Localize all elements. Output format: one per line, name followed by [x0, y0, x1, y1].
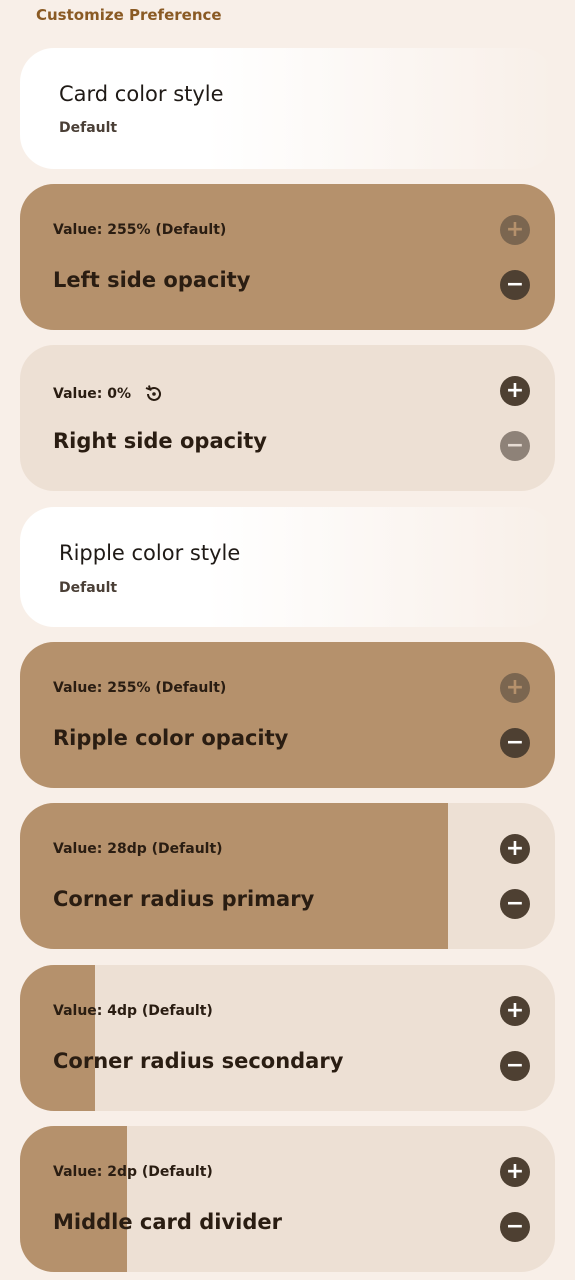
ripple-color-style-title: Ripple color style — [59, 541, 241, 565]
increase-button[interactable]: + — [500, 673, 530, 703]
plus-icon: + — [505, 378, 525, 403]
card-color-style-title: Card color style — [59, 82, 224, 106]
slider-fill — [20, 1126, 127, 1272]
ripple-color-opacity-label: Ripple color opacity — [53, 726, 289, 750]
value-text: Value: 255% (Default) — [53, 680, 227, 696]
slider-fill — [20, 803, 448, 949]
value-text: Value: 28dp (Default) — [53, 841, 223, 857]
plus-icon: + — [505, 675, 525, 700]
minus-icon: − — [505, 1053, 525, 1078]
card-color-style-item[interactable]: Card color style Default — [20, 48, 555, 169]
value-text: Value: 255% (Default) — [53, 222, 227, 238]
ripple-color-opacity-value: Value: 255% (Default) — [53, 680, 226, 696]
plus-icon: + — [505, 836, 525, 861]
plus-icon: + — [505, 217, 525, 242]
right-side-opacity-value: Value: 0% — [53, 383, 165, 405]
minus-icon: − — [505, 272, 525, 297]
minus-icon: − — [505, 1214, 525, 1239]
right-side-opacity-slider[interactable]: Value: 0% Right side opacity + − — [20, 345, 555, 491]
corner-radius-secondary-label: Corner radius secondary — [53, 1049, 344, 1073]
left-side-opacity-value: Value: 255% (Default) — [53, 222, 226, 238]
increase-button[interactable]: + — [500, 996, 530, 1026]
increase-button[interactable]: + — [500, 834, 530, 864]
corner-radius-secondary-slider[interactable]: Value: 4dp (Default) Corner radius secon… — [20, 965, 555, 1111]
corner-radius-secondary-value: Value: 4dp (Default) — [53, 1003, 213, 1019]
section-title: Customize Preference — [36, 6, 222, 24]
middle-card-divider-label: Middle card divider — [53, 1210, 282, 1234]
slider-fill — [20, 965, 95, 1111]
plus-icon: + — [505, 998, 525, 1023]
ripple-color-style-subtitle: Default — [59, 580, 118, 596]
reset-icon[interactable] — [143, 383, 165, 405]
value-text: Value: 0% — [53, 386, 132, 402]
ripple-color-style-item[interactable]: Ripple color style Default — [20, 507, 555, 627]
corner-radius-primary-slider[interactable]: Value: 28dp (Default) Corner radius prim… — [20, 803, 555, 949]
corner-radius-primary-label: Corner radius primary — [53, 887, 315, 911]
left-side-opacity-slider[interactable]: Value: 255% (Default) Left side opacity … — [20, 184, 555, 330]
increase-button[interactable]: + — [500, 1157, 530, 1187]
increase-button[interactable]: + — [500, 376, 530, 406]
plus-icon: + — [505, 1159, 525, 1184]
value-text: Value: 4dp (Default) — [53, 1003, 213, 1019]
decrease-button[interactable]: − — [500, 270, 530, 300]
decrease-button[interactable]: − — [500, 728, 530, 758]
corner-radius-primary-value: Value: 28dp (Default) — [53, 841, 223, 857]
decrease-button[interactable]: − — [500, 889, 530, 919]
middle-card-divider-slider[interactable]: Value: 2dp (Default) Middle card divider… — [20, 1126, 555, 1272]
decrease-button[interactable]: − — [500, 1212, 530, 1242]
slider-fill — [20, 642, 555, 788]
ripple-color-opacity-slider[interactable]: Value: 255% (Default) Ripple color opaci… — [20, 642, 555, 788]
middle-card-divider-value: Value: 2dp (Default) — [53, 1164, 213, 1180]
increase-button[interactable]: + — [500, 215, 530, 245]
decrease-button[interactable]: − — [500, 431, 530, 461]
value-text: Value: 2dp (Default) — [53, 1164, 213, 1180]
card-color-style-subtitle: Default — [59, 120, 118, 136]
minus-icon: − — [505, 433, 525, 458]
decrease-button[interactable]: − — [500, 1051, 530, 1081]
right-side-opacity-label: Right side opacity — [53, 429, 267, 453]
slider-fill — [20, 184, 555, 330]
left-side-opacity-label: Left side opacity — [53, 268, 251, 292]
minus-icon: − — [505, 891, 525, 916]
minus-icon: − — [505, 730, 525, 755]
